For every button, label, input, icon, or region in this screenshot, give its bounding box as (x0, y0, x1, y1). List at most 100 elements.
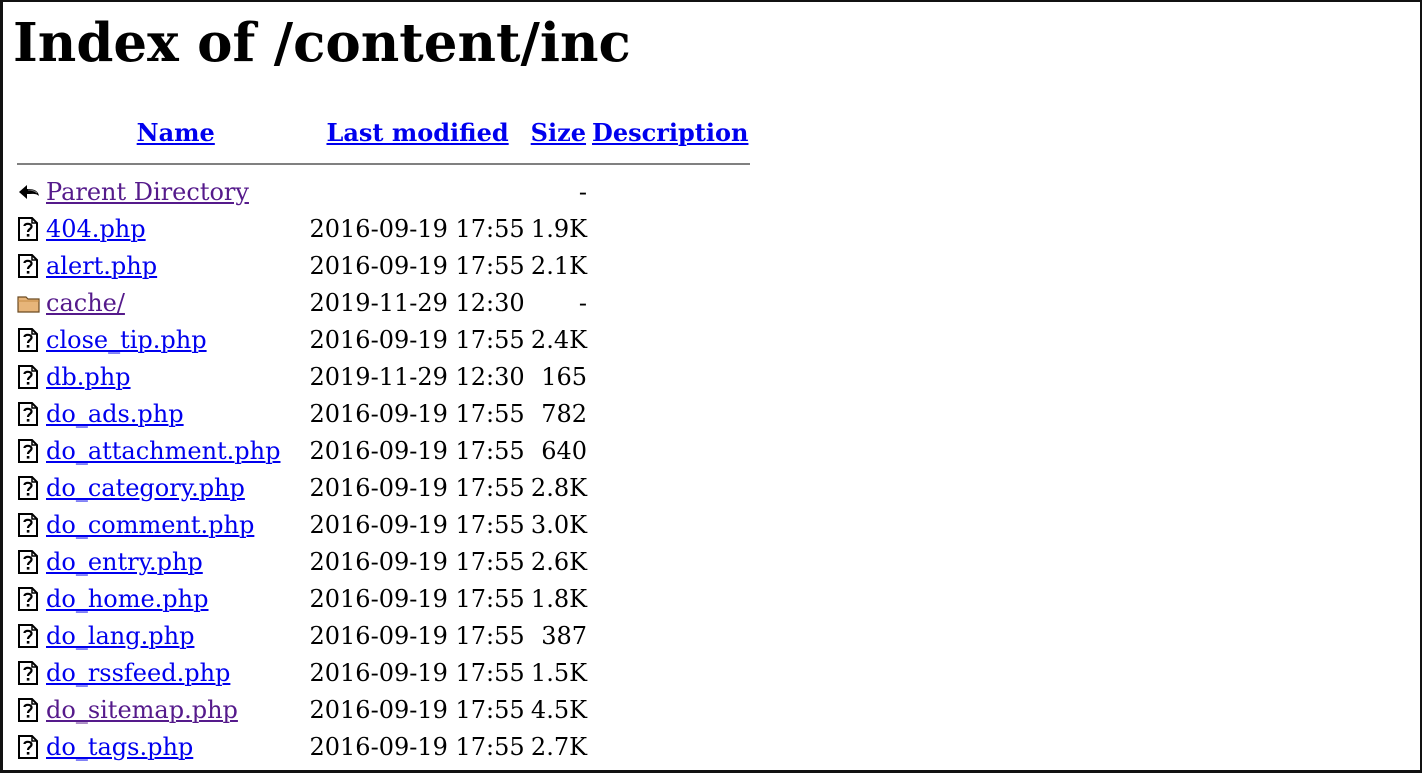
last-modified-cell: 2016-09-19 17:55 (309, 325, 525, 354)
description-cell (590, 655, 750, 690)
file-link[interactable]: close_tip.php (46, 326, 207, 354)
name-cell: do_home.php (45, 581, 307, 616)
description-column-header: Description (590, 114, 750, 150)
name-cell: alert.php (45, 248, 307, 283)
file-link[interactable]: do_attachment.php (46, 437, 281, 465)
sort-by-size-link[interactable]: Size (531, 118, 586, 147)
description-cell (590, 285, 750, 320)
last-modified-cell: 2016-09-19 17:55 (309, 621, 525, 650)
unknown-file-icon (17, 581, 43, 616)
last-modified-cell: 2016-09-19 17:55 (309, 214, 525, 243)
header-row: Name Last modified Size Description (17, 114, 750, 150)
description-cell (590, 396, 750, 431)
file-link[interactable]: do_tags.php (46, 733, 193, 761)
description-cell (590, 692, 750, 727)
size-cell: 1.5K (530, 658, 588, 687)
last-modified-cell: 2016-09-19 17:55 (309, 658, 525, 687)
unknown-file-icon (17, 470, 43, 505)
unknown-file-icon (17, 507, 43, 542)
last-modified-cell: 2016-09-19 17:55 (309, 399, 525, 428)
parent-directory-link[interactable]: Parent Directory (46, 178, 249, 206)
size-cell: 3.0K (530, 510, 588, 539)
unknown-file-icon (17, 655, 43, 690)
file-row: do_category.php 2016-09-19 17:55 2.8K (17, 470, 750, 505)
size-cell: 2.6K (530, 547, 588, 576)
description-cell (590, 322, 750, 357)
name-cell: Parent Directory (45, 174, 307, 209)
unknown-file-icon (17, 729, 43, 764)
size-cell: 640 (541, 436, 588, 465)
file-list: Parent Directory - 404.php 2016-09-19 17:55… (17, 174, 750, 764)
size-cell: 2.7K (530, 732, 588, 761)
description-cell (590, 729, 750, 764)
file-row: do_home.php 2016-09-19 17:55 1.8K (17, 581, 750, 616)
sort-by-last-modified-link[interactable]: Last modified (326, 118, 508, 147)
file-row: do_attachment.php 2016-09-19 17:55 640 (17, 433, 750, 468)
description-cell (590, 433, 750, 468)
unknown-file-icon (17, 544, 43, 579)
name-cell: do_entry.php (45, 544, 307, 579)
parent-directory-row: Parent Directory - (17, 174, 750, 209)
unknown-file-icon (17, 692, 43, 727)
file-link[interactable]: do_comment.php (46, 511, 254, 539)
size-cell: 1.9K (530, 214, 588, 243)
page-title: Index of /content/inc (13, 12, 631, 74)
file-link[interactable]: 404.php (46, 215, 146, 243)
sort-by-name-link[interactable]: Name (137, 118, 215, 147)
last-modified-cell: 2016-09-19 17:55 (309, 251, 525, 280)
file-row: do_sitemap.php 2016-09-19 17:55 4.5K (17, 692, 750, 727)
sort-by-description-link[interactable]: Description (592, 118, 748, 147)
name-cell: db.php (45, 359, 307, 394)
description-cell (590, 544, 750, 579)
name-cell: do_rssfeed.php (45, 655, 307, 690)
unknown-file-icon (17, 211, 43, 246)
name-cell: do_tags.php (45, 729, 307, 764)
last-modified-cell (309, 174, 527, 209)
last-modified-cell: 2016-09-19 17:55 (309, 732, 525, 761)
size-column-header: Size (529, 114, 588, 150)
back-icon (17, 174, 43, 209)
file-row: do_comment.php 2016-09-19 17:55 3.0K (17, 507, 750, 542)
size-cell: - (578, 177, 588, 206)
file-link[interactable]: do_ads.php (46, 400, 184, 428)
name-cell: cache/ (45, 285, 307, 320)
size-cell: 2.8K (530, 473, 588, 502)
name-cell: do_category.php (45, 470, 307, 505)
file-link[interactable]: cache/ (46, 289, 125, 317)
file-link[interactable]: do_entry.php (46, 548, 203, 576)
size-cell: 2.4K (530, 325, 588, 354)
unknown-file-icon (17, 433, 43, 468)
size-cell: 2.1K (530, 251, 588, 280)
file-row: do_ads.php 2016-09-19 17:55 782 (17, 396, 750, 431)
last-modified-cell: 2019-11-29 12:30 (309, 288, 525, 317)
file-row: do_rssfeed.php 2016-09-19 17:55 1.5K (17, 655, 750, 690)
file-row: do_tags.php 2016-09-19 17:55 2.7K (17, 729, 750, 764)
file-link[interactable]: do_home.php (46, 585, 209, 613)
unknown-file-icon (17, 396, 43, 431)
unknown-file-icon (17, 248, 43, 283)
folder-icon (17, 285, 43, 320)
last-modified-cell: 2016-09-19 17:55 (309, 695, 525, 724)
file-link[interactable]: do_category.php (46, 474, 245, 502)
file-row: do_entry.php 2016-09-19 17:55 2.6K (17, 544, 750, 579)
header-divider (17, 163, 751, 165)
last-modified-cell: 2016-09-19 17:55 (309, 584, 525, 613)
file-row: db.php 2019-11-29 12:30 165 (17, 359, 750, 394)
file-link[interactable]: db.php (46, 363, 131, 391)
file-link[interactable]: alert.php (46, 252, 157, 280)
name-column-header: Name (45, 114, 307, 150)
last-modified-cell: 2019-11-29 12:30 (309, 362, 525, 391)
unknown-file-icon (17, 359, 43, 394)
file-row: do_lang.php 2016-09-19 17:55 387 (17, 618, 750, 653)
name-cell: do_ads.php (45, 396, 307, 431)
name-cell: close_tip.php (45, 322, 307, 357)
file-link[interactable]: do_rssfeed.php (46, 659, 230, 687)
file-link[interactable]: do_sitemap.php (46, 696, 238, 724)
file-row: close_tip.php 2016-09-19 17:55 2.4K (17, 322, 750, 357)
name-cell: do_comment.php (45, 507, 307, 542)
last-modified-cell: 2016-09-19 17:55 (309, 510, 525, 539)
file-listing-table: Name Last modified Size Description Pare… (15, 112, 752, 766)
size-cell: 1.8K (530, 584, 588, 613)
description-cell (590, 581, 750, 616)
file-link[interactable]: do_lang.php (46, 622, 194, 650)
